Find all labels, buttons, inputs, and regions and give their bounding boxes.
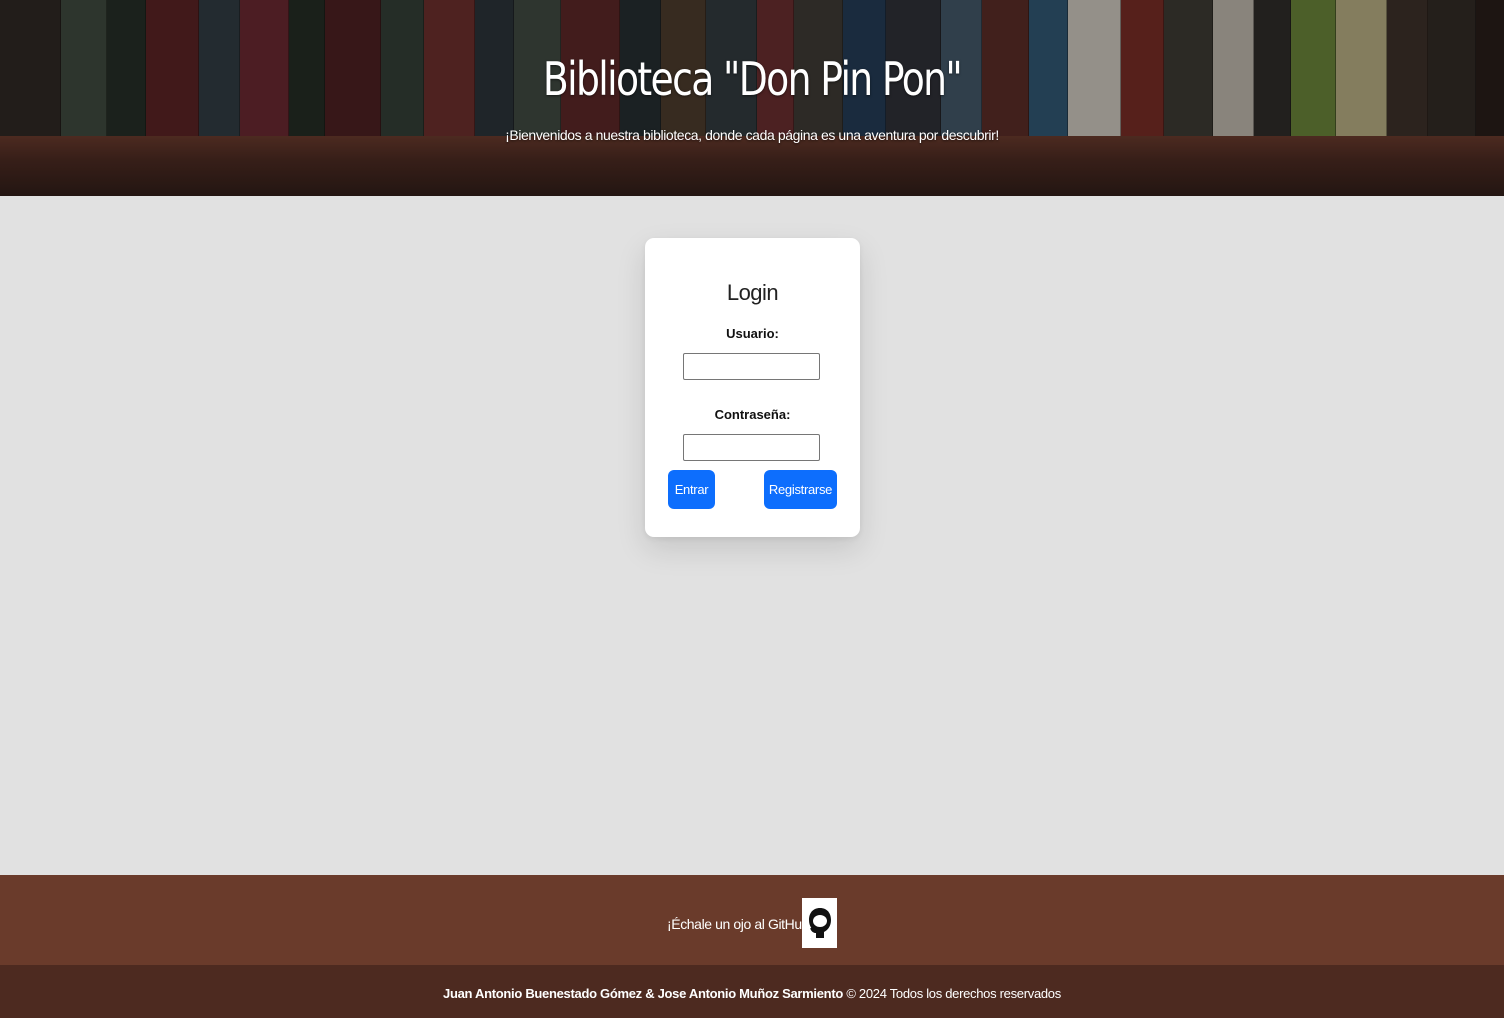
username-input[interactable] bbox=[683, 353, 820, 380]
page-title: Biblioteca "Don Pin Pon" bbox=[542, 52, 963, 106]
github-text: ¡Échale un ojo al GitHub! bbox=[667, 916, 813, 932]
copyright-text: Juan Antonio Buenestado Gómez & Jose Ant… bbox=[0, 986, 1504, 1001]
github-link[interactable] bbox=[802, 898, 837, 948]
register-button[interactable]: Registrarse bbox=[764, 470, 837, 509]
page-subtitle: ¡Bienvenidos a nuestra biblioteca, donde… bbox=[505, 127, 999, 143]
rights-text: © 2024 Todos los derechos reservados bbox=[846, 986, 1061, 1001]
login-card: Login Usuario: Contraseña: Entrar Regist… bbox=[645, 238, 860, 537]
header-banner: Biblioteca "Don Pin Pon" ¡Bienvenidos a … bbox=[0, 0, 1504, 196]
password-input[interactable] bbox=[683, 434, 820, 461]
password-label: Contraseña: bbox=[714, 407, 791, 422]
github-icon bbox=[808, 908, 831, 938]
username-label: Usuario: bbox=[726, 326, 779, 341]
enter-button[interactable]: Entrar bbox=[668, 470, 715, 509]
authors: Juan Antonio Buenestado Gómez & Jose Ant… bbox=[443, 986, 843, 1001]
login-title: Login bbox=[726, 280, 779, 305]
